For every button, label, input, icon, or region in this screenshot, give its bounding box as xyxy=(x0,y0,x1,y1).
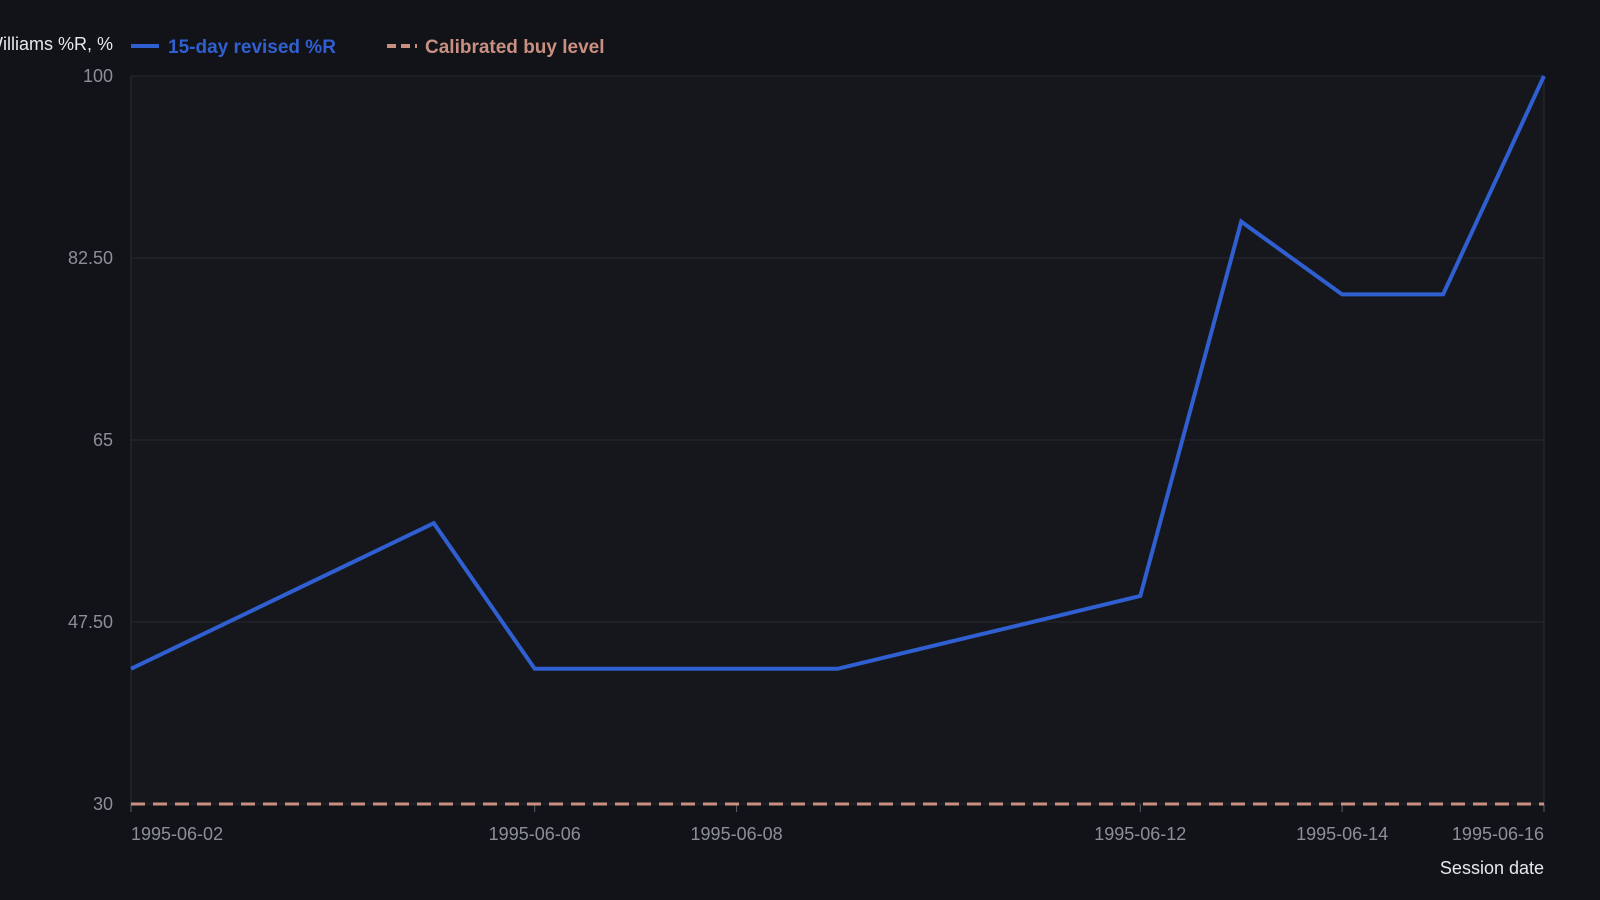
y-tick-label: 82.50 xyxy=(68,248,113,268)
x-tick-label: 1995-06-14 xyxy=(1296,824,1388,844)
y-tick-label: 100 xyxy=(83,66,113,86)
x-axis-title: Session date xyxy=(1440,858,1544,878)
x-tick-label: 1995-06-08 xyxy=(691,824,783,844)
x-tick-label: 1995-06-06 xyxy=(489,824,581,844)
y-tick-label: 30 xyxy=(93,794,113,814)
y-tick-label: 47.50 xyxy=(68,612,113,632)
line-chart: 3047.506582.50100 1995-06-02 1995-06-06 19… xyxy=(0,34,1546,878)
x-tick-label: 1995-06-12 xyxy=(1094,824,1186,844)
x-axis-ticks: 1995-06-02 1995-06-06 1995-06-08 1995-06-12… xyxy=(130,804,1545,844)
y-tick-label: 65 xyxy=(93,430,113,450)
y-axis-ticks: 30 47.50 65 82.50 100 xyxy=(68,66,113,814)
y-axis-title: Williams %R, % xyxy=(0,34,113,54)
legend: 15-day revised %R Calibrated buy level xyxy=(131,37,605,58)
legend-label-revised-r: 15-day revised %R xyxy=(168,37,336,58)
legend-label-buy-level: Calibrated buy level xyxy=(425,37,605,58)
x-tick-label: 1995-06-16 xyxy=(1452,824,1544,844)
x-tick-label: 1995-06-02 xyxy=(131,824,223,844)
